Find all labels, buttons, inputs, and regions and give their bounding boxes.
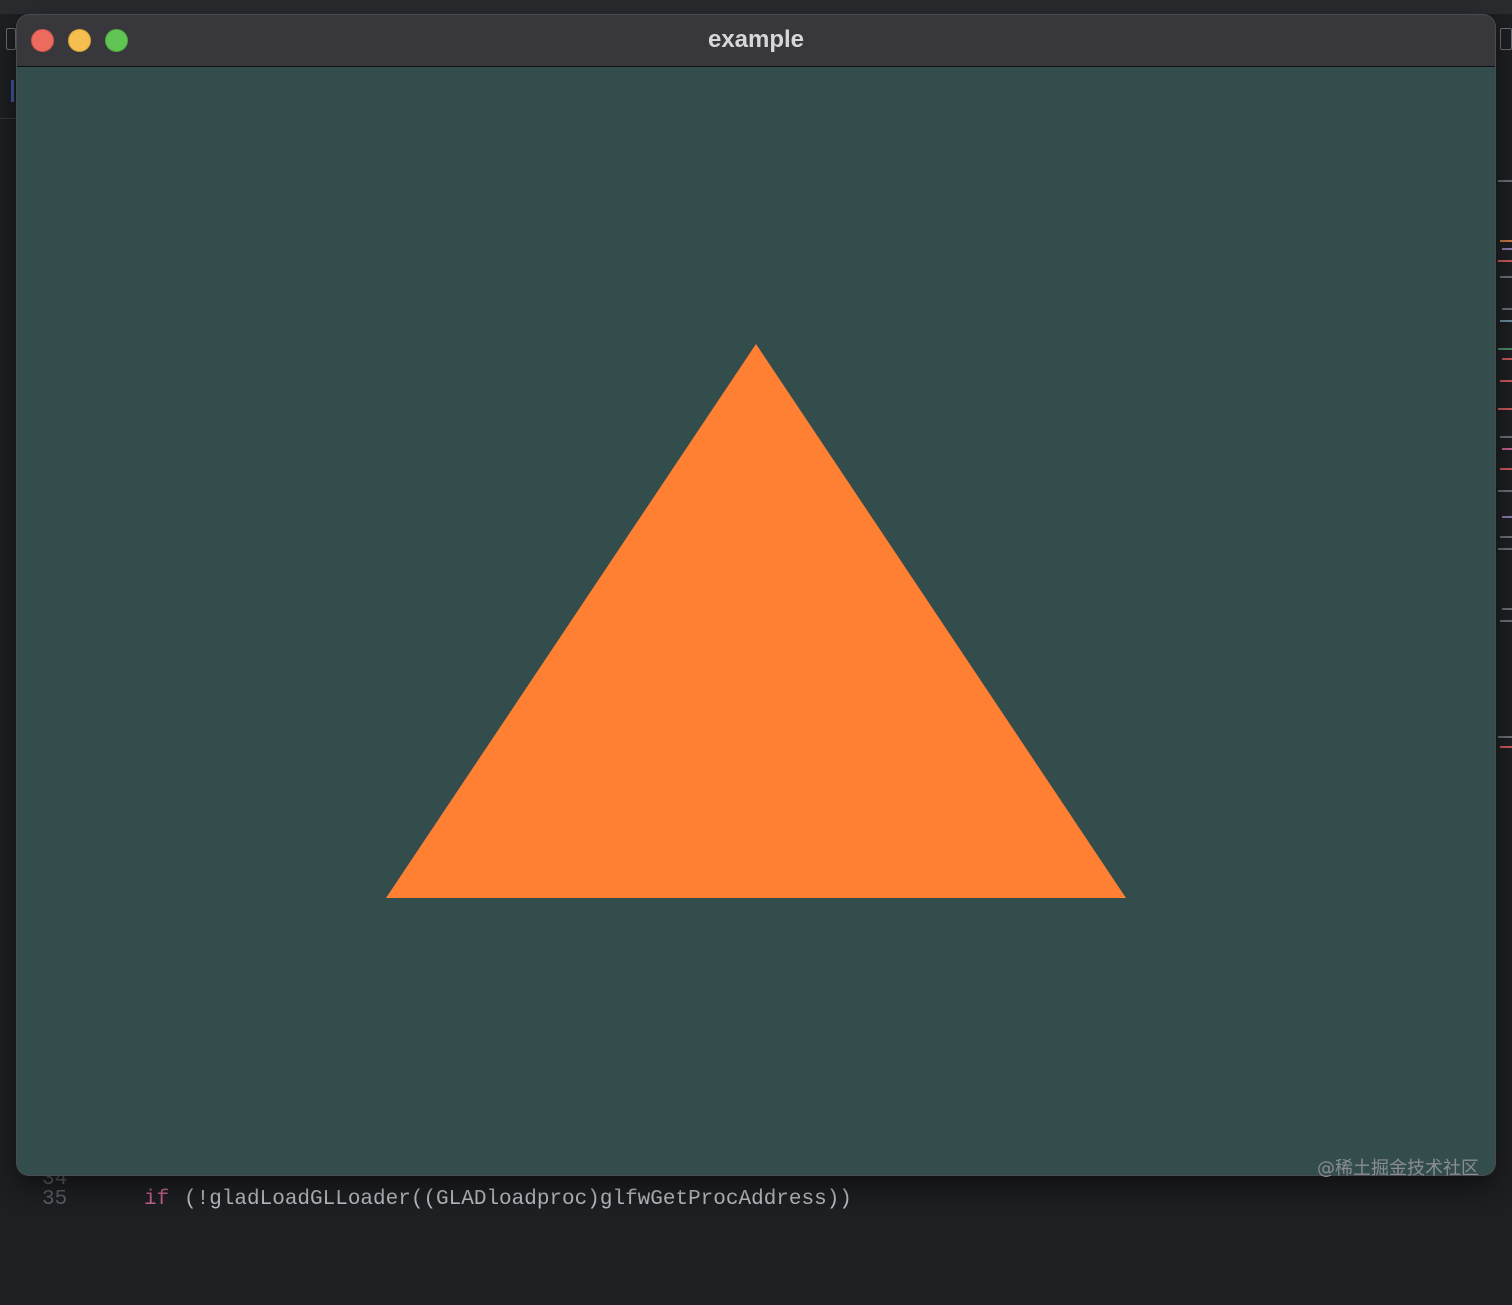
minimap-mark	[1502, 248, 1512, 250]
ide-project-marker	[11, 80, 14, 102]
minimap-mark	[1498, 260, 1512, 262]
minimap-mark	[1500, 320, 1512, 322]
window-title: example	[707, 26, 805, 53]
orange-triangle	[386, 344, 1126, 898]
minimap-mark	[1498, 490, 1512, 492]
ide-top-bar	[0, 0, 1512, 14]
minimap-mark	[1500, 746, 1512, 748]
minimap-mark	[1500, 436, 1512, 438]
ide-scrollbar-minimap[interactable]	[1495, 120, 1512, 770]
minimap-mark	[1500, 276, 1512, 278]
minimap-mark	[1500, 240, 1512, 242]
app-window: example	[17, 15, 1495, 1175]
line-number: 35	[42, 1188, 68, 1211]
minimap-mark	[1502, 608, 1512, 610]
minimap-mark	[1498, 408, 1512, 410]
minimap-mark	[1498, 180, 1512, 182]
minimap-mark	[1500, 468, 1512, 470]
minimap-mark	[1498, 348, 1512, 350]
minimap-mark	[1498, 548, 1512, 550]
triangle-canvas	[386, 344, 1126, 898]
code-keyword: if	[144, 1188, 170, 1211]
ide-code-line: 34 35 if (!gladLoadGLLoader((GLADloadpro…	[0, 1168, 1512, 1211]
minimap-mark	[1498, 736, 1512, 738]
minimap-mark	[1500, 620, 1512, 622]
code-text: (!gladLoadGLLoader((GLADloadproc)glfwGet…	[184, 1188, 852, 1211]
window-titlebar[interactable]: example	[17, 15, 1495, 67]
ide-divider	[0, 118, 18, 119]
minimap-mark	[1502, 358, 1512, 360]
minimap-mark	[1502, 448, 1512, 450]
minimap-mark	[1502, 516, 1512, 518]
ide-panel-toggle-icon[interactable]	[6, 28, 16, 50]
minimap-mark	[1502, 308, 1512, 310]
minimap-mark	[1500, 380, 1512, 382]
watermark: @稀土掘金技术社区	[1317, 1158, 1479, 1179]
render-viewport	[17, 67, 1495, 1175]
ide-right-panel-icon[interactable]	[1500, 28, 1512, 50]
minimap-mark	[1500, 536, 1512, 538]
